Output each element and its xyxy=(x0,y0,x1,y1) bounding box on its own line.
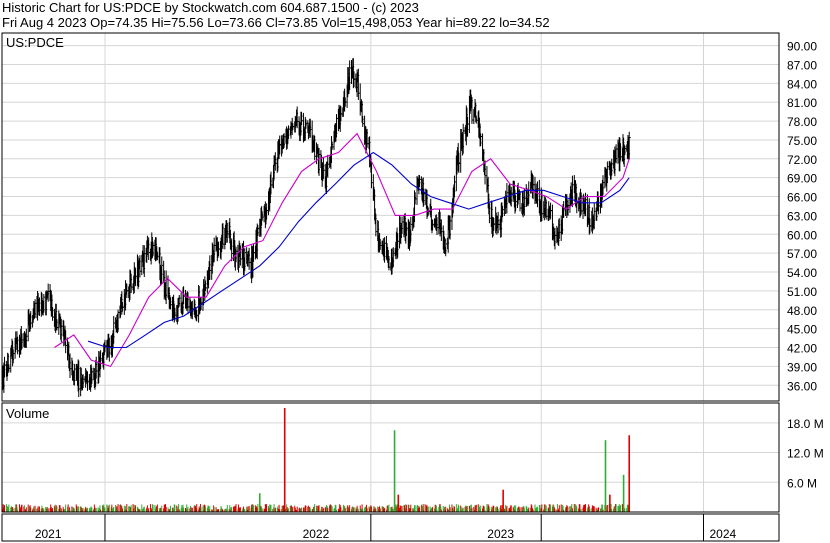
volume-tick-label: 18.0 M xyxy=(787,417,824,431)
year-label: 2023 xyxy=(487,527,514,541)
moving-average-lines xyxy=(54,132,630,368)
year-label: 2024 xyxy=(709,527,736,541)
price-tick-label: 69.00 xyxy=(787,172,817,186)
price-tick-label: 78.00 xyxy=(787,115,817,129)
price-tick-label: 39.00 xyxy=(787,360,817,374)
price-tick-label: 57.00 xyxy=(787,247,817,261)
price-bars xyxy=(1,58,631,398)
year-label: 2022 xyxy=(303,527,330,541)
volume-panel-frame xyxy=(1,402,780,513)
price-tick-label: 51.00 xyxy=(787,285,817,299)
time-axis: 2021 2022 2023 2024 xyxy=(35,514,737,541)
price-tick-label: 75.00 xyxy=(787,134,817,148)
price-tick-label: 48.00 xyxy=(787,304,817,318)
symbol-label: US:PDCE xyxy=(6,35,64,50)
price-tick-label: 45.00 xyxy=(787,323,817,337)
price-volume-chart: 90.00 87.00 84.00 81.00 78.00 75.00 72.00 69.00… xyxy=(1,32,824,542)
price-tick-label: 66.00 xyxy=(787,191,817,205)
year-label: 2021 xyxy=(35,527,62,541)
price-tick-label: 84.00 xyxy=(787,77,817,91)
volume-axis: 18.0 M 12.0 M 6.0 M xyxy=(787,417,824,490)
price-panel-frame xyxy=(1,32,780,402)
moving-average-line xyxy=(54,132,630,368)
price-axis: 90.00 87.00 84.00 81.00 78.00 75.00 72.00 69.00… xyxy=(787,40,817,394)
volume-label: Volume xyxy=(6,406,49,421)
price-tick-label: 87.00 xyxy=(787,58,817,72)
price-tick-label: 90.00 xyxy=(787,40,817,54)
volume-tick-label: 12.0 M xyxy=(787,447,824,461)
price-tick-label: 72.00 xyxy=(787,153,817,167)
price-tick-label: 63.00 xyxy=(787,209,817,223)
panel-frames xyxy=(1,32,780,542)
volume-tick-label: 6.0 M xyxy=(787,476,817,490)
price-grid xyxy=(2,33,779,401)
price-tick-label: 42.00 xyxy=(787,342,817,356)
price-tick-label: 54.00 xyxy=(787,266,817,280)
time-axis-frame xyxy=(1,513,780,542)
price-tick-label: 36.00 xyxy=(787,379,817,393)
price-tick-label: 60.00 xyxy=(787,228,817,242)
volume-bars xyxy=(1,407,631,512)
price-tick-label: 81.00 xyxy=(787,96,817,110)
volume-grid xyxy=(2,403,779,512)
moving-average-line xyxy=(87,151,630,349)
